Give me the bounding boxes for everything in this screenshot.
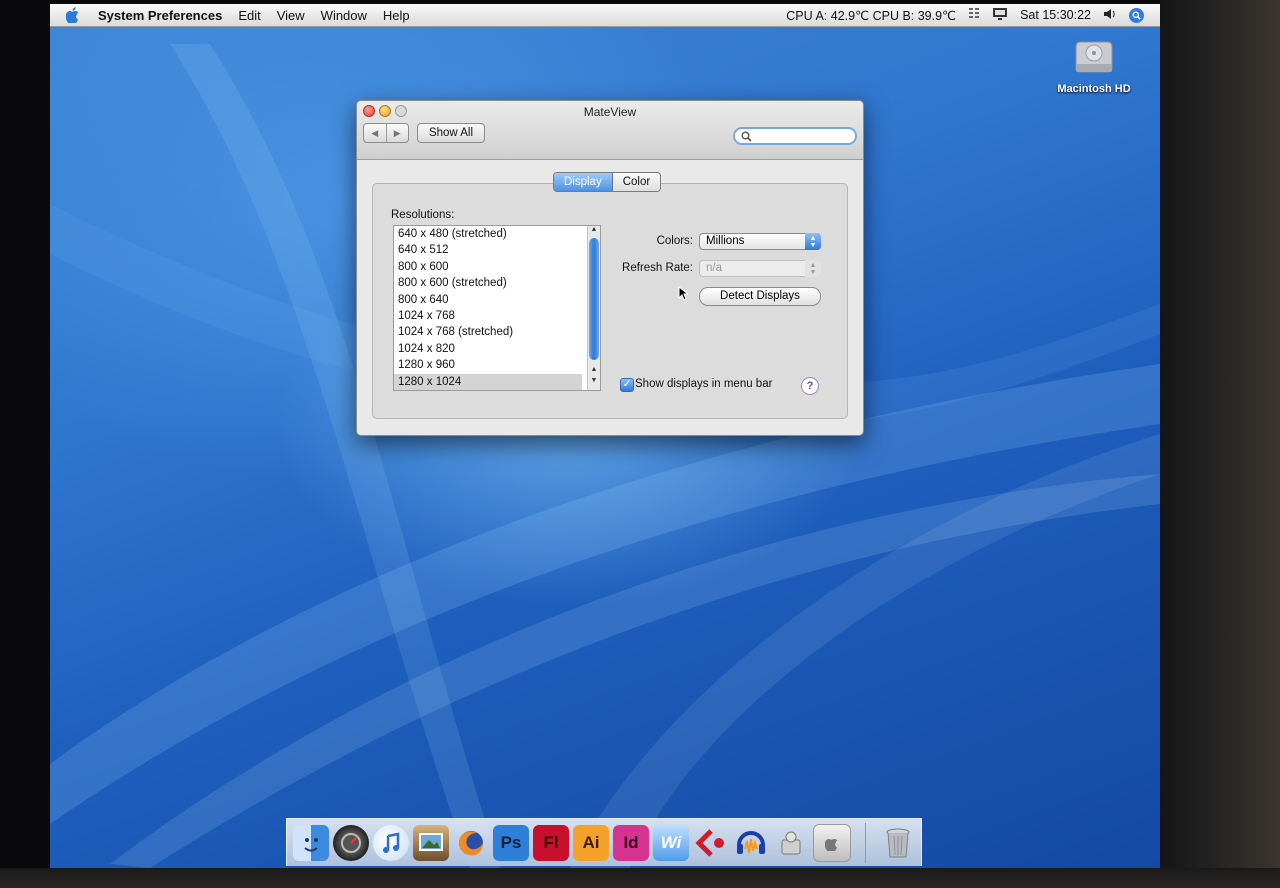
resolution-row[interactable]: 1024 x 820 bbox=[394, 341, 582, 357]
volume-icon[interactable] bbox=[1103, 8, 1117, 23]
apple-menu-icon[interactable] bbox=[66, 6, 84, 24]
scroll-thumb[interactable] bbox=[589, 238, 599, 360]
forward-arrow-icon[interactable]: ▶ bbox=[387, 124, 409, 142]
mateview-preferences-window: MateView ◀ ▶ Show All Display Color Reso… bbox=[356, 100, 864, 436]
system-preferences-icon[interactable] bbox=[813, 823, 851, 862]
resolution-row[interactable]: 800 x 640 bbox=[394, 292, 582, 308]
photoshop-icon[interactable]: Ps bbox=[493, 824, 529, 861]
back-forward-buttons[interactable]: ◀ ▶ bbox=[363, 123, 409, 143]
refresh-rate-label: Refresh Rate: bbox=[622, 262, 693, 274]
monitor-bezel-bottom bbox=[0, 868, 1280, 888]
scroll-up-arrow-top-icon[interactable]: ▲ bbox=[588, 226, 600, 233]
hard-drive-icon bbox=[1075, 41, 1113, 73]
menu-help[interactable]: Help bbox=[383, 8, 410, 23]
illustrator-icon[interactable]: Ai bbox=[573, 824, 609, 861]
menu-view[interactable]: View bbox=[277, 8, 305, 23]
menu-app-name[interactable]: System Preferences bbox=[98, 8, 222, 23]
dock-separator bbox=[865, 822, 866, 863]
scroll-up-arrow-icon[interactable]: ▲ bbox=[588, 366, 600, 373]
resolution-row[interactable]: 800 x 600 bbox=[394, 259, 582, 275]
refresh-rate-value: n/a bbox=[706, 262, 722, 274]
menu-edit[interactable]: Edit bbox=[238, 8, 260, 23]
resolution-row[interactable]: 1024 x 768 (stretched) bbox=[394, 324, 582, 340]
menu-bar: System Preferences Edit View Window Help… bbox=[50, 4, 1160, 27]
back-arrow-icon[interactable]: ◀ bbox=[364, 124, 387, 142]
resolution-row[interactable]: 640 x 512 bbox=[394, 242, 582, 258]
popup-chevron-icon: ▲ ▼ bbox=[805, 260, 821, 277]
tab-display[interactable]: Display bbox=[554, 173, 613, 191]
search-field[interactable] bbox=[733, 127, 857, 145]
trash-icon[interactable] bbox=[880, 825, 916, 861]
script-editor-icon[interactable] bbox=[773, 825, 809, 861]
flash-icon[interactable]: Fl bbox=[533, 824, 569, 861]
macintosh-hd-label: Macintosh HD bbox=[1057, 83, 1131, 95]
resolutions-label: Resolutions: bbox=[391, 209, 455, 221]
colors-value: Millions bbox=[706, 235, 745, 247]
firefox-icon[interactable] bbox=[453, 825, 489, 861]
show-displays-label[interactable]: Show displays in menu bar bbox=[635, 378, 772, 390]
display-menu-icon[interactable] bbox=[992, 7, 1008, 24]
resolution-row[interactable]: 800 x 600 (stretched) bbox=[394, 275, 582, 291]
popup-chevron-icon: ▲ ▼ bbox=[805, 233, 821, 250]
colors-label: Colors: bbox=[656, 235, 693, 247]
indesign-icon[interactable]: Id bbox=[613, 824, 649, 861]
mouse-cursor-icon bbox=[678, 286, 688, 301]
dashboard-icon[interactable] bbox=[333, 824, 369, 861]
search-icon bbox=[741, 131, 752, 142]
resolutions-scrollbar[interactable]: ▲ ▲ ▼ bbox=[587, 226, 600, 390]
resolution-row[interactable]: 1024 x 768 bbox=[394, 308, 582, 324]
show-all-button[interactable]: Show All bbox=[417, 123, 485, 143]
menu-window[interactable]: Window bbox=[321, 8, 367, 23]
window-titlebar[interactable]: MateView ◀ ▶ Show All bbox=[357, 101, 863, 160]
clock[interactable]: Sat 15:30:22 bbox=[1020, 8, 1091, 22]
resolution-row[interactable]: 640 x 480 (stretched) bbox=[394, 226, 582, 242]
window-title: MateView bbox=[583, 105, 637, 119]
detect-displays-button[interactable]: Detect Displays bbox=[699, 287, 821, 306]
wireless-app-icon[interactable]: Wi bbox=[653, 824, 689, 861]
dock: Ps Fl Ai Id Wi bbox=[286, 818, 922, 866]
tab-color[interactable]: Color bbox=[612, 173, 661, 191]
tab-bar: Display Color bbox=[553, 172, 662, 192]
colors-popup[interactable]: Millions ▲ ▼ bbox=[699, 233, 821, 250]
spotlight-icon[interactable] bbox=[1129, 7, 1144, 23]
show-displays-checkbox[interactable]: ✓ bbox=[620, 378, 634, 392]
refresh-rate-popup[interactable]: n/a ▲ ▼ bbox=[699, 260, 821, 277]
desktop: System Preferences Edit View Window Help… bbox=[50, 4, 1160, 868]
resolutions-list[interactable]: 640 x 480 (stretched) 640 x 512 800 x 60… bbox=[393, 225, 601, 391]
macintosh-hd-icon[interactable]: Macintosh HD bbox=[1046, 38, 1142, 95]
cpu-meter-icon[interactable] bbox=[968, 7, 980, 24]
audacity-icon[interactable] bbox=[733, 825, 769, 861]
itunes-icon[interactable] bbox=[373, 824, 409, 861]
finder-icon[interactable] bbox=[293, 824, 329, 861]
help-button[interactable]: ? bbox=[801, 377, 819, 395]
cpu-temperature-status[interactable]: CPU A: 42.9℃ CPU B: 39.9℃ bbox=[786, 8, 956, 23]
iphoto-icon[interactable] bbox=[413, 824, 449, 861]
scroll-down-arrow-icon[interactable]: ▼ bbox=[588, 377, 600, 384]
monitor-bezel bbox=[1160, 0, 1280, 888]
cinema-app-icon[interactable] bbox=[693, 825, 729, 861]
resolution-row-selected[interactable]: 1280 x 1024 bbox=[394, 373, 582, 390]
resolution-row[interactable]: 1280 x 960 bbox=[394, 357, 582, 373]
